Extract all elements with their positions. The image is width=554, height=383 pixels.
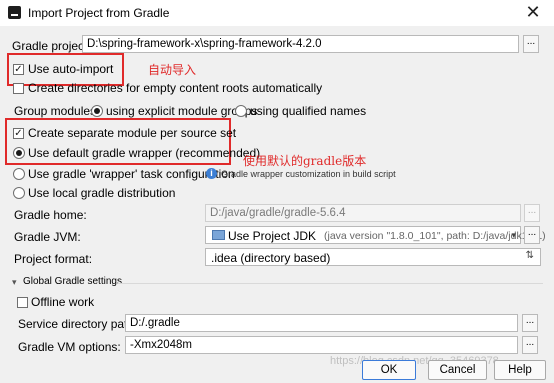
- jdk-folder-icon: [212, 230, 225, 240]
- gradle-jvm-label: Gradle JVM:: [14, 230, 81, 244]
- vm-options-input[interactable]: -Xmx2048m: [125, 336, 518, 354]
- default-wrapper-radio[interactable]: [13, 147, 25, 159]
- help-button[interactable]: Help: [494, 360, 546, 380]
- separate-module-checkbox[interactable]: ✓: [13, 128, 24, 139]
- info-icon: i: [206, 168, 217, 179]
- create-dirs-checkbox[interactable]: [13, 83, 24, 94]
- divider: [118, 283, 543, 284]
- wrapper-task-label[interactable]: Use gradle 'wrapper' task configuration: [28, 167, 235, 181]
- gradle-project-browse-button[interactable]: ...: [523, 35, 539, 53]
- triangle-down-icon[interactable]: ▾: [12, 277, 17, 288]
- close-icon[interactable]: ✕: [518, 1, 548, 23]
- global-settings-header[interactable]: Global Gradle settings: [23, 276, 122, 287]
- offline-work-label[interactable]: Offline work: [31, 295, 94, 309]
- default-wrapper-label[interactable]: Use default gradle wrapper (recommended): [28, 146, 260, 160]
- gradle-home-label: Gradle home:: [14, 208, 87, 222]
- project-format-select[interactable]: .idea (directory based) ⇅: [205, 248, 541, 266]
- chevron-down-icon: ▾: [511, 230, 516, 240]
- service-dir-browse-button[interactable]: ...: [522, 314, 538, 332]
- spinner-icon: ⇅: [525, 250, 534, 261]
- create-dirs-label[interactable]: Create directories for empty content roo…: [28, 81, 322, 95]
- local-dist-label[interactable]: Use local gradle distribution: [28, 186, 175, 200]
- ok-button[interactable]: OK: [362, 360, 416, 380]
- wrapper-hint-text: Gradle wrapper customization in build sc…: [221, 169, 396, 179]
- gradle-project-input[interactable]: D:\spring-framework-x\spring-framework-4…: [82, 35, 519, 53]
- offline-work-checkbox[interactable]: [17, 297, 28, 308]
- gradle-home-browse-button: ...: [524, 204, 540, 222]
- auto-import-label[interactable]: Use auto-import: [28, 62, 113, 76]
- wrapper-task-radio[interactable]: [13, 168, 25, 180]
- intellij-app-icon: [8, 6, 21, 19]
- gradle-jvm-select[interactable]: Use Project JDK (java version "1.8.0_101…: [205, 226, 546, 244]
- window-title: Import Project from Gradle: [28, 6, 170, 20]
- gradle-jvm-browse-button[interactable]: ...: [524, 226, 540, 244]
- vm-options-label: Gradle VM options:: [18, 340, 121, 354]
- project-format-label: Project format:: [14, 252, 93, 266]
- project-format-value: .idea (directory based): [211, 251, 331, 265]
- auto-import-annotation: 自动导入: [148, 63, 197, 77]
- separate-module-label[interactable]: Create separate module per source set: [28, 126, 236, 140]
- local-dist-radio[interactable]: [13, 187, 25, 199]
- group-modules-label: Group modules:: [14, 104, 100, 118]
- service-dir-label: Service directory path:: [18, 317, 138, 331]
- wrapper-annotation: 使用默认的gradle版本: [243, 154, 367, 168]
- service-dir-input[interactable]: D:/.gradle: [125, 314, 518, 332]
- gradle-jvm-value: Use Project JDK: [228, 229, 317, 243]
- group-modules-qualified-label[interactable]: using qualified names: [250, 104, 366, 118]
- group-modules-qualified-radio[interactable]: [235, 105, 247, 117]
- vm-options-browse-button[interactable]: ...: [522, 336, 538, 354]
- auto-import-checkbox[interactable]: ✓: [13, 64, 24, 75]
- gradle-project-label: Gradle project:: [12, 39, 91, 53]
- group-modules-explicit-radio[interactable]: [91, 105, 103, 117]
- gradle-home-input: D:/java/gradle/gradle-5.6.4: [205, 204, 521, 222]
- cancel-button[interactable]: Cancel: [428, 360, 487, 380]
